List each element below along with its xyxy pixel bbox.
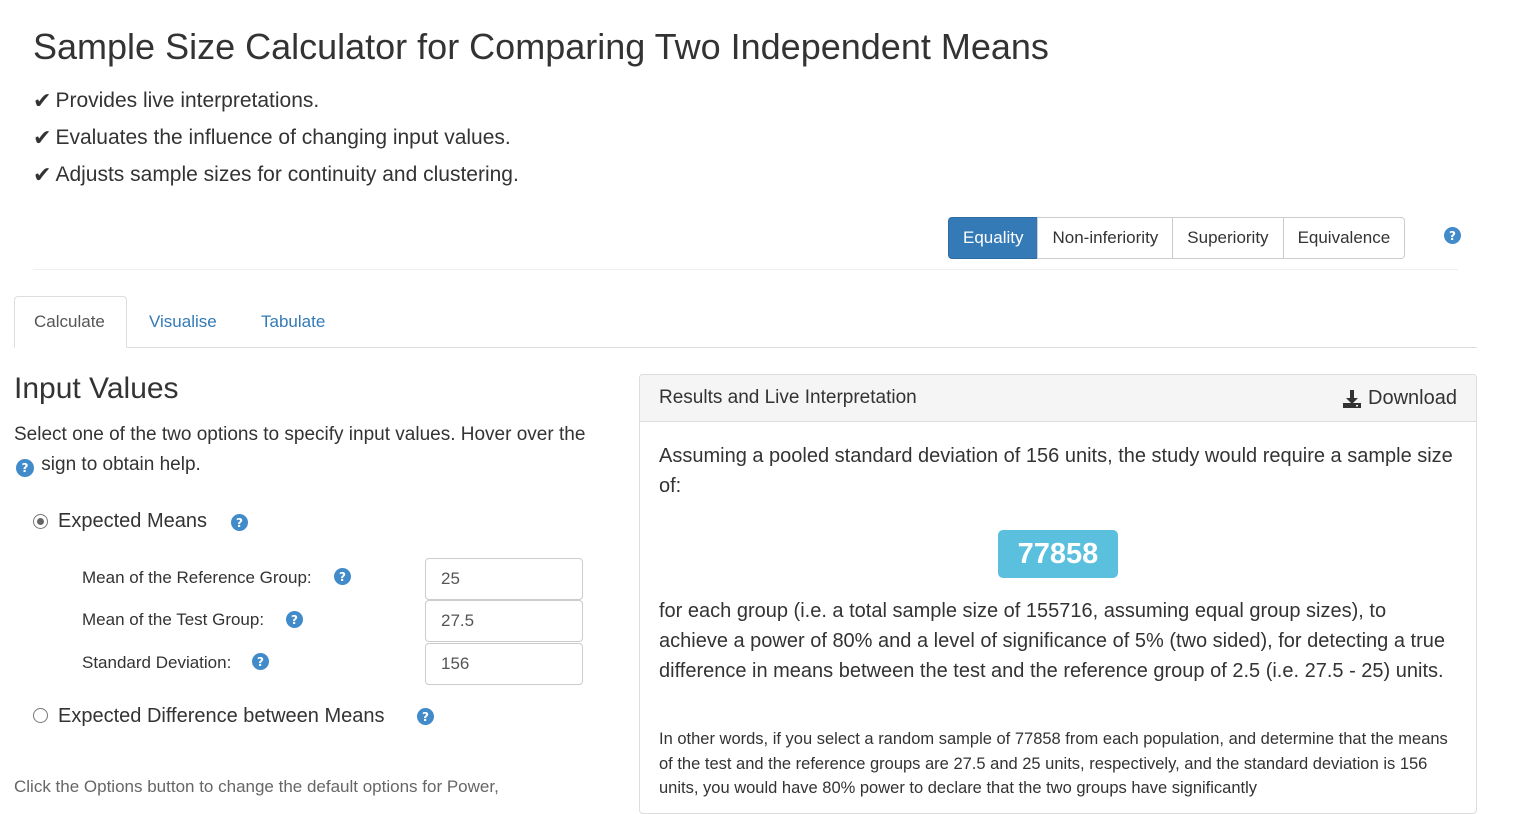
mode-non-inferiority-button[interactable]: Non-inferiority (1037, 217, 1174, 259)
download-button[interactable]: Download (1342, 387, 1457, 410)
feature-item: ✔ Adjusts sample sizes for continuity an… (33, 162, 519, 188)
feature-item: ✔ Provides live interpretations. (33, 88, 319, 114)
page-title: Sample Size Calculator for Comparing Two… (33, 26, 1049, 67)
input-instructions: Select one of the two options to specify… (14, 420, 594, 480)
comparison-mode-group: Equality Non-inferiority Superiority Equ… (948, 217, 1406, 259)
help-icon[interactable]: ? (1444, 227, 1461, 244)
help-icon: ? (16, 459, 34, 477)
help-icon[interactable]: ? (252, 653, 269, 670)
sample-size-badge: 77858 (998, 530, 1118, 578)
check-icon: ✔ (33, 88, 52, 113)
options-note: Click the Options button to change the d… (14, 777, 499, 796)
header-divider (33, 269, 1458, 270)
feature-text: Evaluates the influence of changing inpu… (55, 126, 511, 149)
feature-text: Adjusts sample sizes for continuity and … (55, 163, 519, 186)
reference-mean-input[interactable]: 25 (425, 558, 583, 600)
tab-calculate[interactable]: Calculate (14, 296, 127, 348)
feature-text: Provides live interpretations. (55, 89, 320, 112)
result-assumption-text: Assuming a pooled standard deviation of … (659, 445, 1453, 497)
mode-equivalence-button[interactable]: Equivalence (1282, 217, 1406, 259)
expected-means-radio[interactable] (33, 514, 48, 529)
reference-mean-label: Mean of the Reference Group: (82, 568, 312, 587)
std-dev-input[interactable]: 156 (425, 643, 583, 685)
expected-difference-radio[interactable] (33, 708, 48, 723)
result-elaboration-text: In other words, if you select a random s… (659, 730, 1448, 797)
results-panel: Results and Live Interpretation Download… (639, 374, 1477, 814)
results-panel-header: Results and Live Interpretation Download (640, 375, 1476, 422)
help-icon[interactable]: ? (417, 708, 434, 725)
std-dev-label: Standard Deviation: (82, 653, 232, 672)
download-label: Download (1368, 387, 1457, 409)
expected-difference-label[interactable]: Expected Difference between Means (58, 705, 385, 728)
instructions-text-end: sign to obtain help. (41, 454, 201, 475)
help-icon[interactable]: ? (334, 568, 351, 585)
input-values-heading: Input Values (14, 372, 179, 405)
result-statement-text: for each group (i.e. a total sample size… (659, 600, 1446, 682)
feature-item: ✔ Evaluates the influence of changing in… (33, 125, 511, 151)
results-title: Results and Live Interpretation (659, 387, 917, 408)
instructions-text-start: Select one of the two options to specify… (14, 424, 586, 445)
check-icon: ✔ (33, 125, 52, 150)
download-icon (1343, 389, 1362, 408)
check-icon: ✔ (33, 162, 52, 187)
mode-superiority-button[interactable]: Superiority (1172, 217, 1284, 259)
mode-equality-button[interactable]: Equality (948, 217, 1039, 259)
test-mean-input[interactable]: 27.5 (425, 600, 583, 642)
tab-tabulate[interactable]: Tabulate (242, 296, 344, 348)
expected-means-label[interactable]: Expected Means (58, 510, 207, 533)
help-icon[interactable]: ? (286, 611, 303, 628)
tab-visualise[interactable]: Visualise (130, 296, 236, 348)
help-icon[interactable]: ? (231, 514, 248, 531)
test-mean-label: Mean of the Test Group: (82, 610, 265, 629)
